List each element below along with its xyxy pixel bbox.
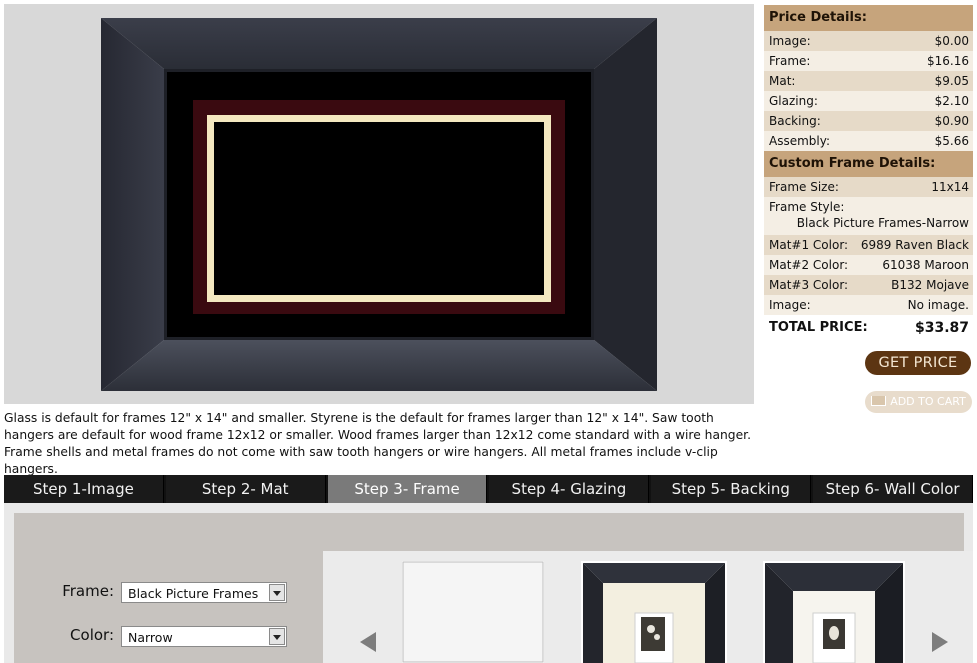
step-tab-3[interactable]: Step 3- Frame bbox=[327, 475, 488, 503]
step-tab-4[interactable]: Step 4- Glazing bbox=[489, 475, 650, 503]
frame-thumbnail-empty[interactable] bbox=[402, 561, 544, 663]
price-label: Image: bbox=[769, 34, 811, 48]
price-row: Assembly: $5.66 bbox=[764, 131, 973, 151]
price-value: $0.00 bbox=[934, 34, 969, 48]
price-row: Backing: $0.90 bbox=[764, 111, 973, 131]
frame-preview-image bbox=[101, 18, 657, 391]
step-tab-1[interactable]: Step 1-Image bbox=[4, 475, 164, 503]
price-rows: Image: $0.00 Frame: $16.16 Mat: $9.05 Glazing:… bbox=[764, 31, 973, 151]
arrow-right-icon[interactable] bbox=[932, 632, 948, 652]
detail-value: 6989 Raven Black bbox=[860, 238, 969, 252]
arrow-left-icon[interactable] bbox=[360, 632, 376, 652]
frame-thumbnail-black-wide[interactable] bbox=[763, 561, 905, 663]
step-tab-2[interactable]: Step 2- Mat bbox=[165, 475, 326, 503]
detail-label: Frame Size: bbox=[769, 180, 839, 194]
chevron-down-icon[interactable] bbox=[269, 584, 285, 601]
color-select[interactable]: Narrow bbox=[121, 626, 287, 647]
price-value: $9.05 bbox=[934, 74, 969, 88]
step-tab-6[interactable]: Step 6- Wall Color bbox=[813, 475, 973, 503]
total-label: TOTAL PRICE: bbox=[769, 320, 868, 335]
detail-label: Image: bbox=[769, 298, 811, 312]
price-details-header: Price Details: bbox=[764, 5, 973, 31]
color-select-value: Narrow bbox=[128, 630, 173, 645]
detail-frame-style: Frame Style: Black Picture Frames-Narrow bbox=[764, 197, 973, 235]
detail-label: Mat#2 Color: bbox=[769, 258, 849, 272]
price-label: Backing: bbox=[769, 114, 821, 128]
detail-image: Image: No image. bbox=[764, 295, 973, 315]
color-label: Color: bbox=[70, 626, 114, 644]
price-row: Image: $0.00 bbox=[764, 31, 973, 51]
detail-value: 11x14 bbox=[931, 180, 969, 194]
custom-details-header: Custom Frame Details: bbox=[764, 151, 973, 177]
price-value: $0.90 bbox=[934, 114, 969, 128]
frame-select[interactable]: Black Picture Frames bbox=[121, 582, 287, 603]
hanger-notice: Glass is default for frames 12" x 14" an… bbox=[4, 411, 752, 476]
cart-icon bbox=[871, 396, 887, 406]
total-value: $33.87 bbox=[914, 320, 969, 336]
detail-value: 61038 Maroon bbox=[882, 258, 969, 272]
detail-label: Mat#3 Color: bbox=[769, 278, 849, 292]
detail-value: No image. bbox=[907, 298, 969, 312]
price-row: Glazing: $2.10 bbox=[764, 91, 973, 111]
detail-frame-size: Frame Size: 11x14 bbox=[764, 177, 973, 197]
frame-label: Frame: bbox=[62, 582, 114, 600]
price-label: Glazing: bbox=[769, 94, 818, 108]
frame-gallery bbox=[323, 551, 973, 663]
price-row: Mat: $9.05 bbox=[764, 71, 973, 91]
price-value: $5.66 bbox=[934, 134, 969, 148]
price-value: $2.10 bbox=[934, 94, 969, 108]
detail-label: Mat#1 Color: bbox=[769, 238, 849, 252]
get-price-button[interactable]: GET PRICE bbox=[865, 351, 971, 375]
steps-nav: Step 1-Image Step 2- Mat Step 3- Frame Step… bbox=[4, 475, 973, 503]
price-panel: Price Details: Image: $0.00 Frame: $16.16 Ma… bbox=[764, 5, 973, 341]
price-row: Frame: $16.16 bbox=[764, 51, 973, 71]
price-value: $16.16 bbox=[927, 54, 969, 68]
price-label: Assembly: bbox=[769, 134, 831, 148]
frame-select-value: Black Picture Frames bbox=[128, 586, 259, 601]
price-label: Mat: bbox=[769, 74, 796, 88]
frame-thumbnail-black-narrow[interactable] bbox=[581, 561, 727, 663]
detail-mat1: Mat#1 Color: 6989 Raven Black bbox=[764, 235, 973, 255]
price-label: Frame: bbox=[769, 54, 811, 68]
total-price: TOTAL PRICE: $33.87 bbox=[764, 315, 973, 341]
add-to-cart-button[interactable]: ADD TO CART bbox=[865, 391, 972, 413]
detail-mat2: Mat#2 Color: 61038 Maroon bbox=[764, 255, 973, 275]
detail-label: Frame Style: bbox=[769, 200, 845, 214]
detail-value: Black Picture Frames-Narrow bbox=[796, 216, 969, 230]
add-to-cart-label: ADD TO CART bbox=[890, 395, 966, 408]
detail-value: B132 Mojave bbox=[891, 278, 969, 292]
detail-mat3: Mat#3 Color: B132 Mojave bbox=[764, 275, 973, 295]
step-tab-5[interactable]: Step 5- Backing bbox=[651, 475, 812, 503]
chevron-down-icon[interactable] bbox=[269, 628, 285, 645]
frame-preview bbox=[4, 4, 754, 404]
